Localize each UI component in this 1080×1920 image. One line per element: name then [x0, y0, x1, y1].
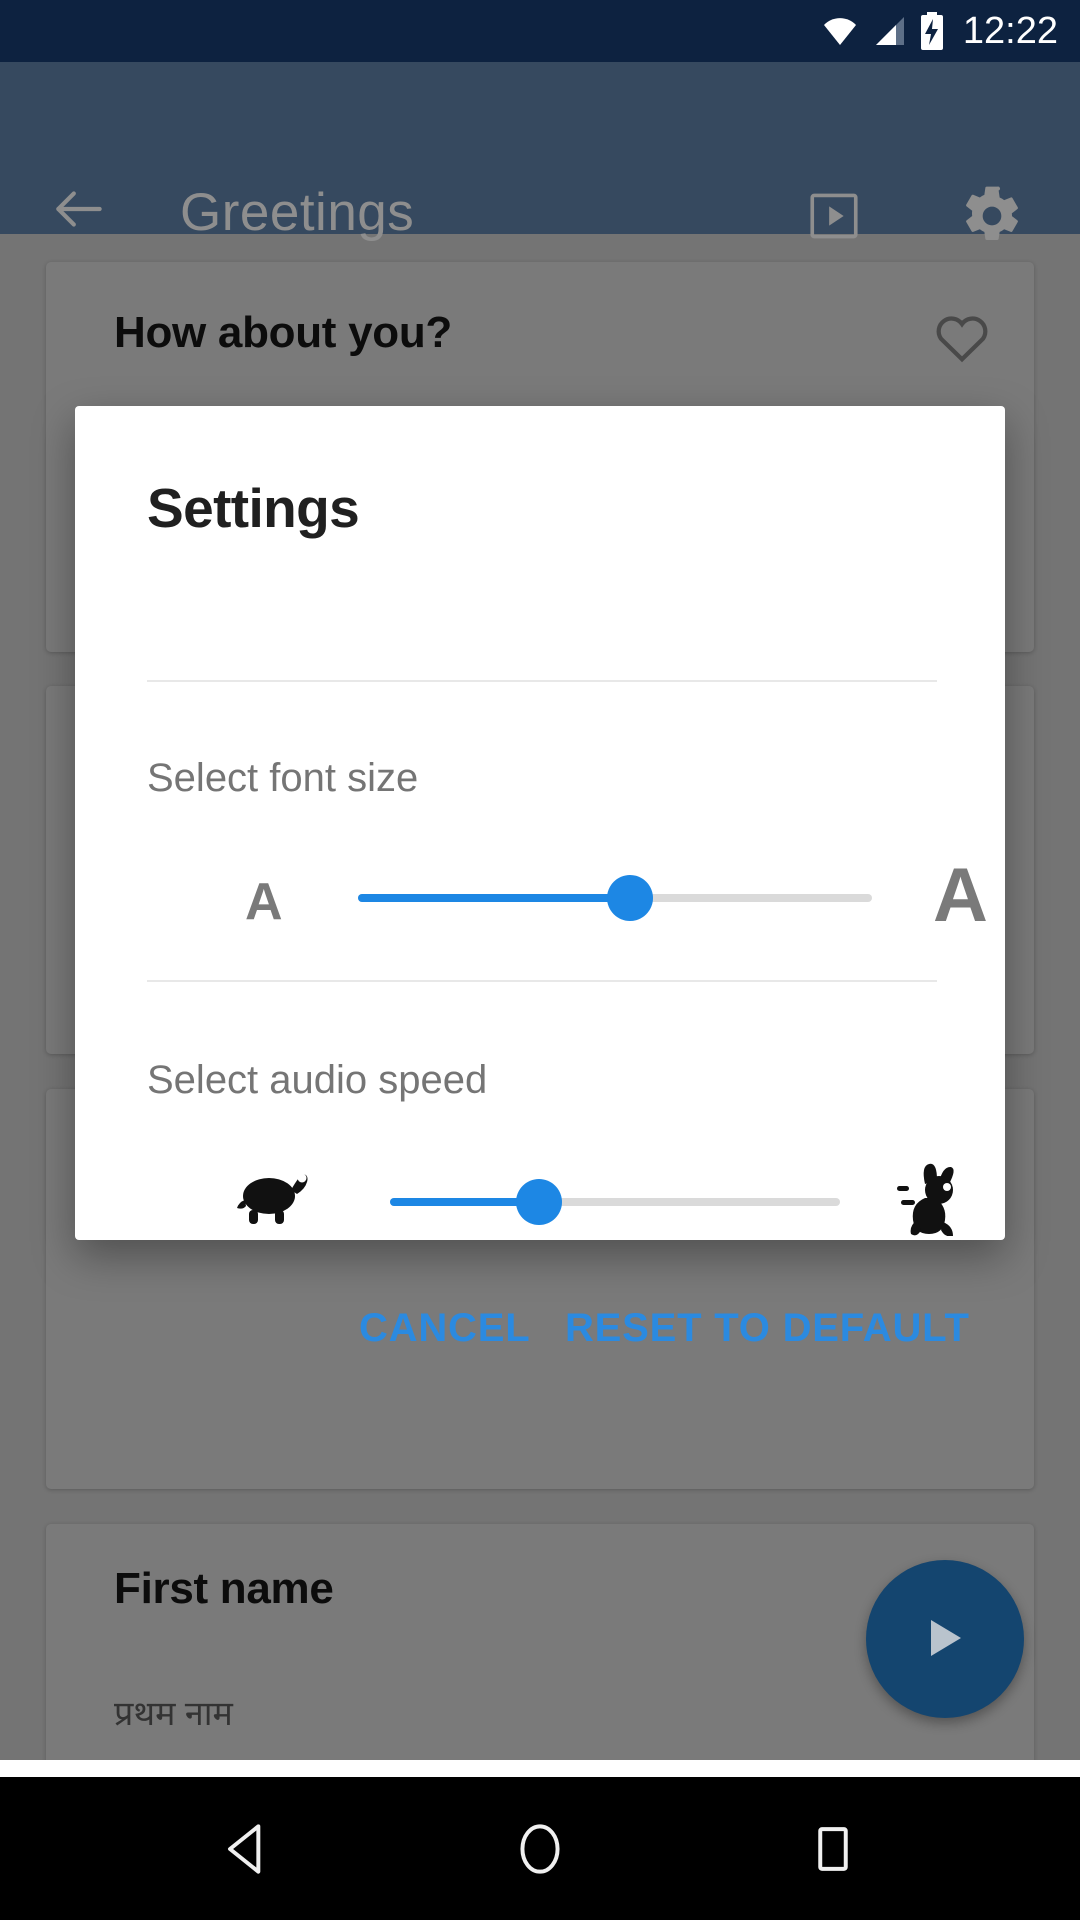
font-size-label: Select font size — [147, 756, 419, 800]
divider-top — [147, 680, 937, 682]
app-bar: Greetings — [0, 62, 1080, 242]
divider-middle — [147, 980, 937, 982]
audio-speed-label: Select audio speed — [147, 1058, 488, 1102]
font-size-max-label: A — [933, 853, 988, 938]
font-size-slider-row: A A — [75, 844, 1005, 952]
reset-to-default-button[interactable]: RESET TO DEFAULT — [565, 1306, 970, 1351]
nav-home-icon[interactable] — [505, 1815, 575, 1883]
status-bar-clock: 12:22 — [962, 10, 1058, 52]
cell-signal-icon — [871, 16, 905, 46]
play-icon — [931, 1620, 961, 1656]
back-arrow-icon[interactable] — [48, 178, 110, 240]
status-icon-group: 12:22 — [822, 0, 1058, 62]
rabbit-icon — [895, 1160, 975, 1241]
slider-thumb[interactable] — [607, 875, 654, 921]
audio-speed-slider-row — [75, 1148, 1005, 1256]
slideshow-play-icon[interactable] — [805, 187, 863, 245]
slider-fill — [358, 894, 631, 902]
dialog-action-row: CANCEL RESET TO DEFAULT — [75, 1306, 1005, 1396]
cancel-button[interactable]: CANCEL — [359, 1306, 530, 1351]
dialog-title: Settings — [147, 477, 360, 539]
font-size-slider[interactable] — [358, 844, 872, 952]
nav-recents-icon[interactable] — [798, 1815, 868, 1883]
settings-dialog: Settings Select font size A A Select aud… — [75, 406, 1005, 1350]
play-fab-button[interactable] — [866, 1560, 1024, 1718]
android-screen: How about you? First name प्रथम नाम — [0, 0, 1080, 1920]
font-size-min-label: A — [245, 873, 283, 931]
turtle-icon — [235, 1170, 309, 1233]
page-title: Greetings — [180, 183, 415, 242]
slider-thumb[interactable] — [515, 1179, 562, 1225]
battery-charging-icon — [918, 11, 946, 51]
status-bar: 12:22 — [0, 0, 1080, 62]
gear-icon[interactable] — [960, 184, 1024, 248]
wifi-icon — [822, 16, 858, 46]
audio-speed-slider[interactable] — [390, 1148, 840, 1256]
nav-back-icon[interactable] — [212, 1815, 282, 1883]
system-nav-bar — [0, 1777, 1080, 1920]
